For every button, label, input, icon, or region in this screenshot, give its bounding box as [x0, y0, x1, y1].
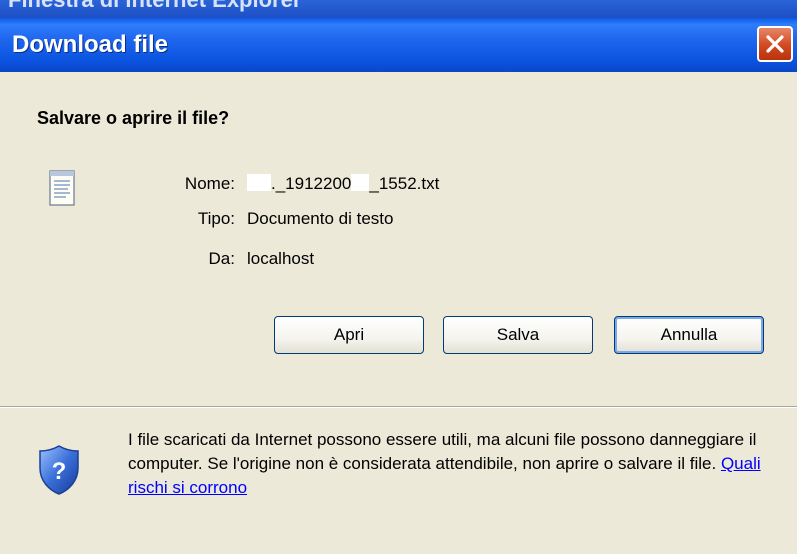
text-file-icon — [49, 170, 75, 206]
dialog-body: Salvare o aprire il file? Nome: ._191220… — [0, 72, 797, 554]
warning-text: I file scaricati da Internet possono ess… — [128, 430, 757, 473]
question-heading: Salvare o aprire il file? — [37, 108, 230, 128]
redacted-area — [351, 174, 370, 191]
divider — [0, 406, 797, 408]
file-name-label: Nome: — [184, 174, 235, 193]
close-icon — [766, 35, 784, 53]
file-type-value: Documento di testo — [247, 209, 394, 228]
file-name-value: ._1912200 _1552.txt — [247, 174, 439, 194]
file-name-part-1: ._1912200 — [271, 174, 352, 193]
file-source-value: localhost — [247, 249, 315, 268]
cancel-button[interactable]: Annulla — [614, 316, 764, 354]
background-window-strip: Finestra di Internet Explorer — [0, 0, 797, 18]
save-button[interactable]: Salva — [443, 316, 593, 354]
dialog-title: Download file — [12, 31, 168, 58]
background-window-title: Finestra di Internet Explorer — [8, 0, 301, 13]
redacted-area — [247, 174, 271, 191]
open-button[interactable]: Apri — [274, 316, 424, 354]
title-bar[interactable]: Download file — [0, 18, 797, 72]
file-name-part-2: _1552.txt — [369, 174, 440, 193]
file-source-label: Da: — [208, 249, 235, 268]
security-shield-icon: ? — [39, 445, 79, 495]
close-button[interactable] — [757, 26, 793, 62]
file-type-label: Tipo: — [197, 209, 235, 228]
svg-text:?: ? — [52, 458, 67, 485]
security-warning: I file scaricati da Internet possono ess… — [128, 428, 778, 500]
